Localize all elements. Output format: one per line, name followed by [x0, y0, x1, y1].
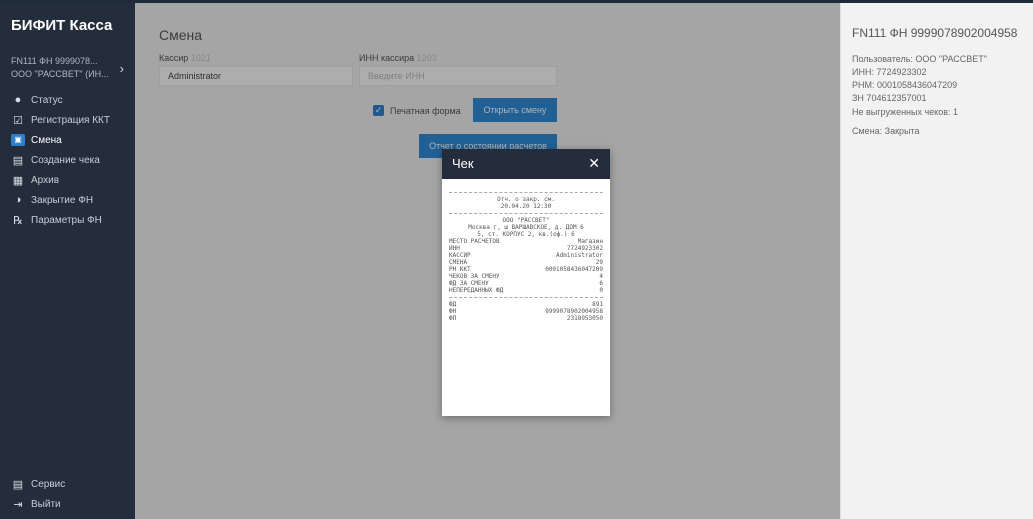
receipt-value: 2318953050	[566, 315, 603, 322]
sidebar-item-service[interactable]: ▤ Сервис	[0, 474, 135, 494]
receipt-datetime: 20.04.20 12:30	[500, 203, 552, 210]
sidebar-item-shift[interactable]: ▣ Смена	[0, 130, 135, 150]
receipt-value: 891	[592, 301, 603, 308]
receipt-key: ФН	[449, 308, 457, 315]
device-name: FN111 ФН 9999078...	[11, 56, 98, 66]
fn-params-icon: ℞	[13, 214, 23, 227]
info-zn: ЗН 704612357001	[852, 93, 927, 103]
sidebar-item-create-receipt[interactable]: ▤ Создание чека	[0, 150, 135, 170]
receipt-divider	[449, 213, 603, 214]
sidebar-item-fn-params[interactable]: ℞ Параметры ФН	[0, 210, 135, 230]
status-icon: ●	[14, 94, 22, 106]
receipt-key: ЧЕКОВ ЗА СМЕНУ	[449, 273, 500, 280]
receipt-value: 4	[599, 273, 603, 280]
info-inn: ИНН: 7724923302	[852, 67, 927, 77]
sidebar-item-archive[interactable]: ▦ Архив	[0, 170, 135, 190]
receipt-value: 0	[599, 287, 603, 294]
sidebar-item-label: Закрытие ФН	[31, 194, 94, 206]
fn-close-icon: ◑	[14, 194, 22, 206]
receipt-value: 7724923302	[566, 245, 603, 252]
archive-icon: ▦	[12, 174, 24, 187]
sidebar-item-label: Сервис	[31, 478, 66, 490]
device-info-panel: FN111 ФН 9999078902004958 Пользователь: …	[840, 3, 1033, 519]
sidebar-item-label: Смена	[31, 134, 62, 146]
receipt-address-2: 5, ст. КОРПУС 2, кв.(оф.) 6	[477, 231, 575, 238]
brand-title: БИФИТ Касса	[11, 17, 113, 34]
chevron-right-icon: ›	[119, 61, 124, 76]
receipt-value: 6	[599, 280, 603, 287]
receipt-address-1: Москва г, ш ВАРШАВСКОЕ, д. ДОМ 6	[468, 224, 584, 231]
receipt-key: ФП	[449, 315, 457, 322]
info-user: Пользователь: ООО "РАССВЕТ"	[852, 54, 988, 64]
sidebar-item-label: Регистрация ККТ	[31, 114, 110, 126]
receipt-value: Administrator	[556, 252, 603, 259]
receipt-key: МЕСТО РАСЧЕТОВ	[449, 238, 500, 245]
registration-icon: ☑	[13, 114, 23, 127]
sidebar-item-logout[interactable]: ⇥ Выйти	[0, 494, 135, 514]
receipt-key: РН ККТ	[449, 266, 471, 273]
receipt-row: РН ККТ 0001058436047209	[449, 266, 603, 273]
receipt-org: ООО "РАССВЕТ"	[502, 217, 550, 224]
receipt-row: ИНН 7724923302	[449, 245, 603, 252]
device-selector[interactable]: FN111 ФН 9999078... ООО "РАССВЕТ" (ИН...…	[11, 55, 126, 93]
receipt-row: ФД 891	[449, 301, 603, 308]
receipt-key: КАССИР	[449, 252, 471, 259]
sidebar: БИФИТ Касса FN111 ФН 9999078... ООО "РАС…	[0, 3, 135, 519]
receipt-value: 29	[595, 259, 603, 266]
close-icon[interactable]: ✕	[588, 155, 600, 172]
sidebar-item-label: Выйти	[31, 498, 61, 510]
modal-header: Чек ✕	[442, 149, 610, 179]
receipt-key: НЕПЕРЕДАННЫХ ФД	[449, 287, 504, 294]
receipt-body: Отч. о закр. см. 20.04.20 12:30 ООО "РАС…	[449, 189, 603, 322]
device-org: ООО "РАССВЕТ" (ИН...	[11, 69, 109, 79]
info-rnm: РНМ: 0001058436047209	[852, 80, 958, 90]
receipt-row: СМЕНА 29	[449, 259, 603, 266]
info-shift: Смена: Закрыта	[852, 126, 920, 136]
modal-title: Чек	[452, 156, 474, 171]
receipt-key: ФД ЗА СМЕНУ	[449, 280, 489, 287]
info-unsent: Не выгруженных чеков: 1	[852, 107, 959, 117]
sidebar-item-label: Создание чека	[31, 154, 100, 166]
sidebar-item-label: Параметры ФН	[31, 214, 102, 226]
service-icon: ▤	[12, 478, 24, 491]
receipt-value: 9999078902004958	[545, 308, 603, 315]
receipt-value: Магазин	[577, 238, 603, 245]
receipt-key: СМЕНА	[449, 259, 468, 266]
receipt-key: ФД	[449, 301, 457, 308]
receipt-value: 0001058436047209	[545, 266, 603, 273]
sidebar-item-status[interactable]: ● Статус	[0, 90, 135, 110]
receipt-divider	[449, 297, 603, 298]
logout-icon: ⇥	[13, 498, 23, 511]
receipt-row: ЧЕКОВ ЗА СМЕНУ 4	[449, 273, 603, 280]
receipt-header-line: Отч. о закр. см.	[497, 196, 555, 203]
device-info-title: FN111 ФН 9999078902004958	[852, 26, 1018, 40]
receipt-row: НЕПЕРЕДАННЫХ ФД 0	[449, 287, 603, 294]
receipt-modal: Чек ✕ Отч. о закр. см. 20.04.20 12:30 ОО…	[442, 149, 610, 416]
sidebar-item-registration[interactable]: ☑ Регистрация ККТ	[0, 110, 135, 130]
receipt-row: ФП 2318953050	[449, 315, 603, 322]
receipt-row: ФН 9999078902004958	[449, 308, 603, 315]
sidebar-item-label: Архив	[31, 174, 60, 186]
receipt-create-icon: ▤	[12, 154, 24, 167]
receipt-row: ФД ЗА СМЕНУ 6	[449, 280, 603, 287]
shift-icon: ▣	[11, 134, 25, 146]
receipt-divider	[449, 192, 603, 193]
receipt-row: МЕСТО РАСЧЕТОВ Магазин	[449, 238, 603, 245]
receipt-key: ИНН	[449, 245, 460, 252]
receipt-row: КАССИР Administrator	[449, 252, 603, 259]
sidebar-item-fn-close[interactable]: ◑ Закрытие ФН	[0, 190, 135, 210]
sidebar-item-label: Статус	[31, 94, 63, 106]
